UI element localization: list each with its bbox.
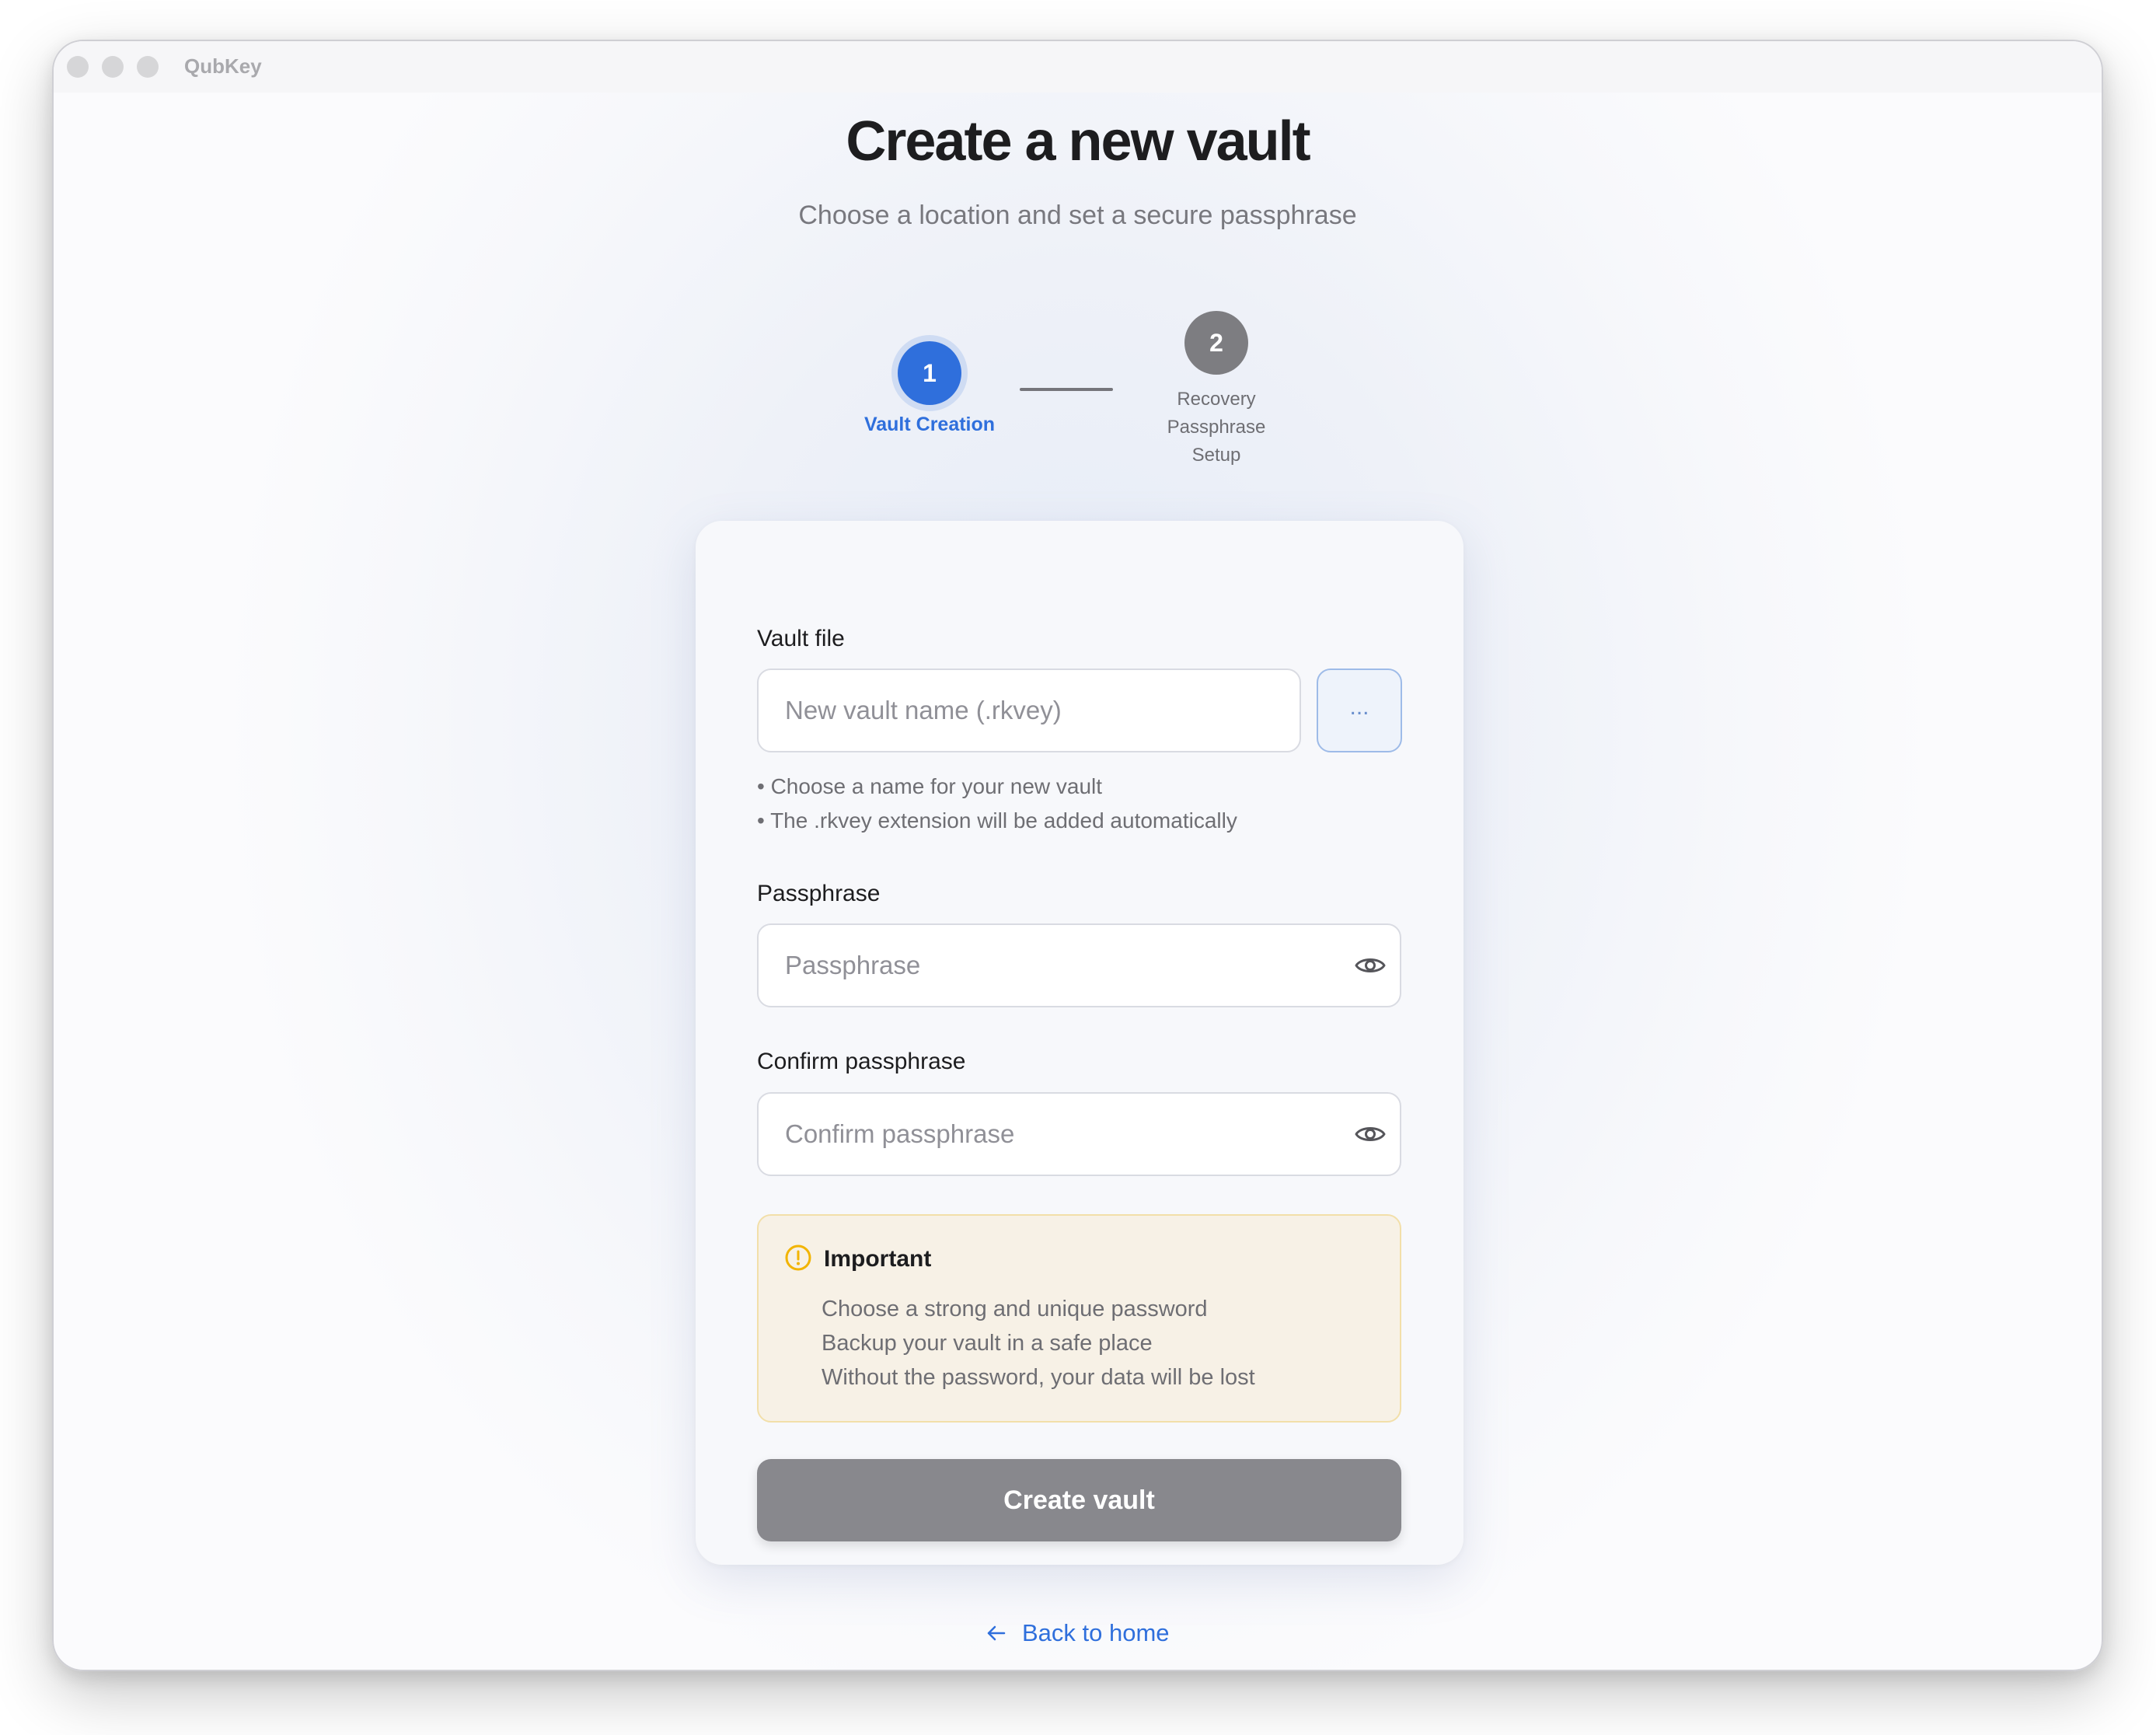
passphrase-input[interactable] [757, 923, 1401, 1007]
step-2-label: Recovery Passphrase Setup [1139, 386, 1294, 470]
notice-line: Choose a strong and unique password [822, 1297, 1208, 1321]
confirm-passphrase-input[interactable] [757, 1092, 1401, 1176]
back-to-home-label: Back to home [1022, 1619, 1170, 1646]
page-subtitle: Choose a location and set a secure passp… [798, 201, 1357, 230]
page-title: Create a new vault [846, 110, 1310, 173]
eye-icon[interactable] [1354, 954, 1387, 977]
step-connector [1020, 388, 1113, 391]
vault-name-input[interactable] [757, 669, 1301, 752]
warning-circle-icon [785, 1245, 811, 1271]
notice-line: Without the password, your data will be … [822, 1365, 1255, 1390]
step-1-label: Vault Creation [863, 414, 996, 435]
eye-icon[interactable] [1354, 1122, 1387, 1146]
zoom-window-button[interactable] [137, 56, 159, 78]
important-notice: Important Choose a strong and unique pas… [757, 1214, 1401, 1423]
vault-file-hint: • Choose a name for your new vault [757, 774, 1103, 798]
notice-line: Backup your vault in a safe place [822, 1331, 1153, 1356]
step-2-label-line: Passphrase [1167, 417, 1266, 438]
step-2-label-line: Setup [1191, 445, 1241, 466]
browse-button[interactable]: ... [1317, 669, 1402, 752]
step-1-indicator: 1 [898, 341, 961, 405]
window-title: QubKey [184, 54, 262, 78]
title-bar: QubKey [54, 41, 2102, 93]
app-window: QubKey Create a new vault Choose a locat… [52, 40, 2103, 1671]
vault-form-card: Vault file ... • Choose a name for your … [696, 521, 1463, 1565]
minimize-window-button[interactable] [102, 56, 124, 78]
vault-file-label: Vault file [757, 626, 845, 651]
passphrase-label: Passphrase [757, 881, 881, 906]
close-window-button[interactable] [67, 56, 89, 78]
arrow-left-icon [987, 1625, 1006, 1641]
step-2-indicator: 2 [1184, 311, 1248, 375]
confirm-passphrase-label: Confirm passphrase [757, 1049, 966, 1074]
back-to-home-link[interactable]: Back to home [986, 1619, 1170, 1647]
step-2-label-line: Recovery [1177, 389, 1256, 410]
create-vault-button[interactable]: Create vault [757, 1459, 1401, 1541]
vault-file-hint: • The .rkvey extension will be added aut… [757, 808, 1237, 833]
notice-title: Important [824, 1246, 932, 1272]
